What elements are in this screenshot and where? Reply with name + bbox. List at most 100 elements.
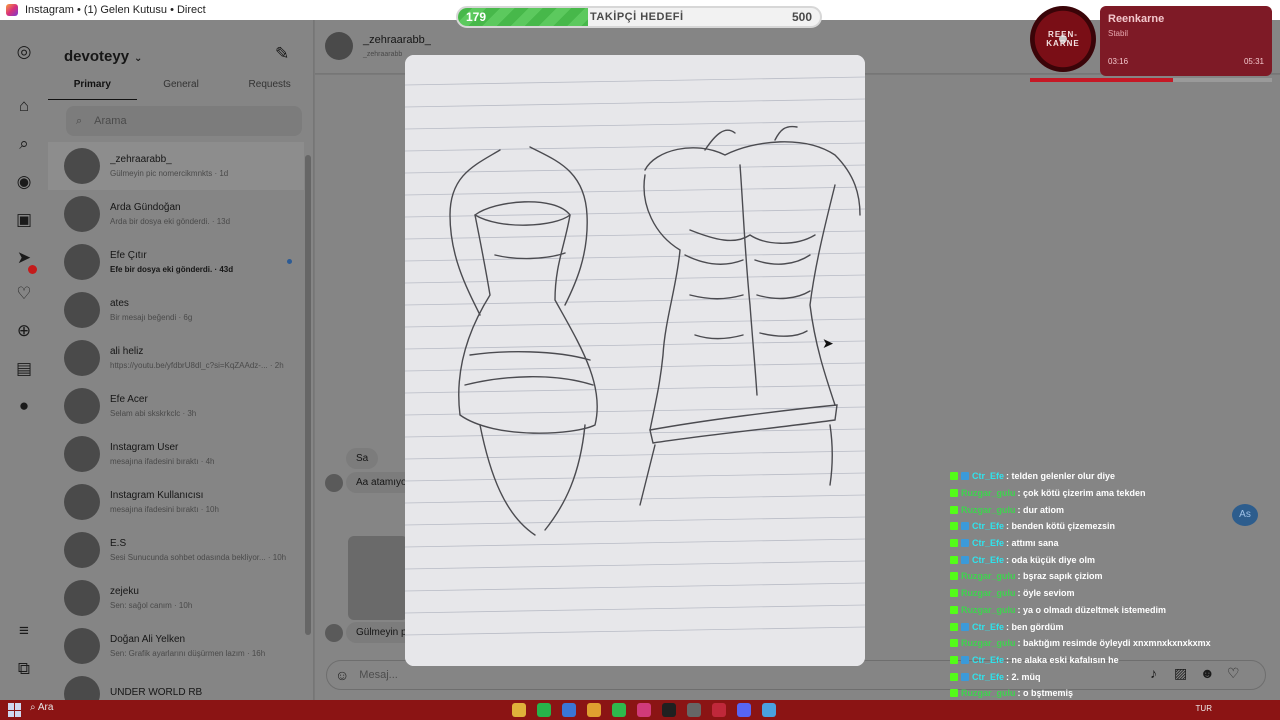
instagram-logo-icon[interactable]: ◎	[14, 42, 34, 62]
instagram-taskbar-icon[interactable]	[637, 703, 651, 717]
chat-username[interactable]: Ctr_Efe	[972, 622, 1004, 632]
stream-chat-line: Ruzgar_gulu: baktığım resimde öyleydi xn…	[950, 635, 1260, 652]
conversation-item[interactable]: Efe Çıtır Efe bir dosya eki gönderdi. · 4…	[48, 238, 304, 286]
conversation-text: Arda Gündoğan Arda bir dosya eki gönderdi…	[110, 202, 230, 226]
chat-username[interactable]: Ctr_Efe	[972, 471, 1004, 481]
account-switcher[interactable]: devoteyy ⌄	[64, 48, 142, 65]
image-viewer[interactable]	[405, 55, 865, 666]
moderator-badge-icon	[961, 555, 969, 564]
stream-chat-line: Ctr_Efe: 2. müq	[950, 668, 1260, 685]
chat-username: _zehraarabb	[363, 51, 403, 58]
kick-badge-icon	[950, 539, 958, 548]
conversation-text: Efe Çıtır Efe bir dosya eki gönderdi. · 4…	[110, 250, 233, 274]
stream-chat-line: Ctr_Efe: attımı sana	[950, 535, 1260, 552]
apps-icon[interactable]: ⧉	[14, 659, 34, 679]
profile-icon[interactable]: ●	[14, 396, 34, 416]
conversation-item[interactable]: Instagram Kullanıcısı mesajına ifadesini …	[48, 478, 304, 526]
chat-message-text: : ne alaka eski kafalısın he	[1006, 654, 1119, 665]
spotify-icon[interactable]	[537, 703, 551, 717]
conversation-item[interactable]: Efe Acer Selam abi skskrkclc · 3h	[48, 382, 304, 430]
search-icon[interactable]: ⌕	[14, 134, 34, 154]
file-explorer-icon[interactable]	[512, 703, 526, 717]
chat-avatar[interactable]	[325, 32, 353, 60]
app-icon[interactable]	[712, 703, 726, 717]
stream-chat-line: Ruzgar_gulu: bşraz sapık çiziom	[950, 568, 1260, 585]
whatsapp-icon[interactable]	[612, 703, 626, 717]
conversation-avatar	[64, 436, 100, 472]
conversation-item[interactable]: ates Bir mesajı beğendi · 6g	[48, 286, 304, 334]
chat-username[interactable]: Ctr_Efe	[972, 521, 1004, 531]
conversation-item[interactable]: Arda Gündoğan Arda bir dosya eki gönderdi…	[48, 190, 304, 238]
conversation-item[interactable]: ali heliz https://youtu.be/yfdbrU8dl_c?si…	[48, 334, 304, 382]
chat-username[interactable]: Ruzgar_gulu	[961, 588, 1016, 598]
reels-icon[interactable]: ▣	[14, 210, 34, 230]
chat-message-text: : baktığım resimde öyleydi xnxmnxkxnxkxm…	[1017, 638, 1211, 649]
conversation-preview: mesajına ifadesini bıraktı · 10h	[110, 505, 219, 514]
chrome-icon[interactable]	[587, 703, 601, 717]
chat-message-text: : dur atiom	[1017, 504, 1065, 515]
conversation-name: Arda Gündoğan	[110, 202, 181, 213]
chat-username[interactable]: Ruzgar_gulu	[961, 638, 1016, 648]
chat-username[interactable]: Ruzgar_gulu	[961, 605, 1016, 615]
tiktok-icon[interactable]	[662, 703, 676, 717]
conversation-preview: Selam abi skskrkclc · 3h	[110, 409, 197, 418]
conversation-item[interactable]: Doğan Ali Yelken Sen: Grafik ayarlarını d…	[48, 622, 304, 670]
chat-message-text: : ben gördüm	[1006, 621, 1064, 632]
conversation-item[interactable]: E.S Sesi Sunucunda sohbet odasında bekliy…	[48, 526, 304, 574]
track-status: Stabil	[1108, 29, 1129, 38]
chat-message-text: : çok kötü çizerim ama tekden	[1017, 488, 1146, 499]
conversation-preview: Sesi Sunucunda sohbet odasında bekliyor.…	[110, 553, 287, 562]
windows-start-icon[interactable]	[8, 703, 22, 717]
browser-icon[interactable]	[762, 703, 776, 717]
system-tray-language[interactable]: TUR	[1196, 704, 1212, 713]
search-icon: ⌕	[76, 114, 83, 127]
insights-icon[interactable]: ▤	[14, 359, 34, 379]
chat-username[interactable]: Ruzgar_gulu	[961, 505, 1016, 515]
chat-username[interactable]: Ruzgar_gulu	[961, 688, 1016, 698]
obs-icon[interactable]	[687, 703, 701, 717]
stream-chat-line: Ruzgar_gulu: ya o olmadı düzeltmek istem…	[950, 602, 1260, 619]
heart-icon[interactable]: ♡	[14, 284, 34, 304]
home-icon[interactable]: ⌂	[14, 96, 34, 116]
discord-icon[interactable]	[737, 703, 751, 717]
tab-primary[interactable]: Primary	[48, 76, 137, 100]
stream-chat-line: Ruzgar_gulu: dur atiom	[950, 501, 1260, 518]
chat-username[interactable]: Ruzgar_gulu	[961, 488, 1016, 498]
search-input[interactable]: ⌕ Arama	[66, 106, 302, 136]
menu-icon[interactable]: ≡	[14, 621, 34, 641]
unread-dot	[287, 259, 292, 264]
chat-name[interactable]: _zehraarabb_	[363, 34, 431, 46]
tab-requests[interactable]: Requests	[225, 76, 314, 100]
tab-general[interactable]: General	[137, 76, 226, 100]
message-image-thumbnail[interactable]	[348, 536, 408, 620]
conversation-avatar	[64, 340, 100, 376]
conversation-name: ali heliz	[110, 346, 144, 357]
kick-badge-icon	[950, 555, 958, 564]
goal-target: 500	[791, 10, 812, 24]
inbox-scrollbar[interactable]	[305, 155, 311, 635]
create-icon[interactable]: ⊕	[14, 321, 34, 341]
conversation-preview: mesajına ifadesini bıraktı · 4h	[110, 457, 215, 466]
explore-icon[interactable]: ◉	[14, 172, 34, 192]
chat-username[interactable]: Ctr_Efe	[972, 555, 1004, 565]
taskbar-search[interactable]: ⌕ Ara	[30, 702, 53, 713]
conversation-name: Instagram User	[110, 442, 179, 453]
conversation-name: UNDER WORLD RB	[110, 686, 203, 698]
conversation-text: Instagram Kullanıcısı mesajına ifadesini …	[110, 490, 219, 514]
moderator-badge-icon	[961, 472, 969, 481]
stream-chat-line: Ruzgar_gulu: öyle seviom	[950, 585, 1260, 602]
chat-username[interactable]: Ctr_Efe	[972, 655, 1004, 665]
chat-username[interactable]: Ctr_Efe	[972, 538, 1004, 548]
emoji-icon[interactable]: ☺	[335, 667, 349, 683]
message-avatar	[325, 624, 343, 642]
conversation-item[interactable]: Instagram User mesajına ifadesini bıraktı…	[48, 430, 304, 478]
compose-icon[interactable]: ✎	[275, 44, 289, 64]
conversation-item[interactable]: _zehraarabb_ Gülmeyin pic nomercikmnkts ·…	[48, 142, 304, 190]
track-elapsed: 03:16	[1108, 57, 1129, 66]
chat-username[interactable]: Ctr_Efe	[972, 672, 1004, 682]
message-placeholder: Mesaj...	[359, 669, 398, 681]
app-icon[interactable]	[562, 703, 576, 717]
search-placeholder: Arama	[94, 115, 127, 127]
conversation-item[interactable]: zejeku Sen: sağol canım · 10h	[48, 574, 304, 622]
chat-username[interactable]: Ruzgar_gulu	[961, 571, 1016, 581]
